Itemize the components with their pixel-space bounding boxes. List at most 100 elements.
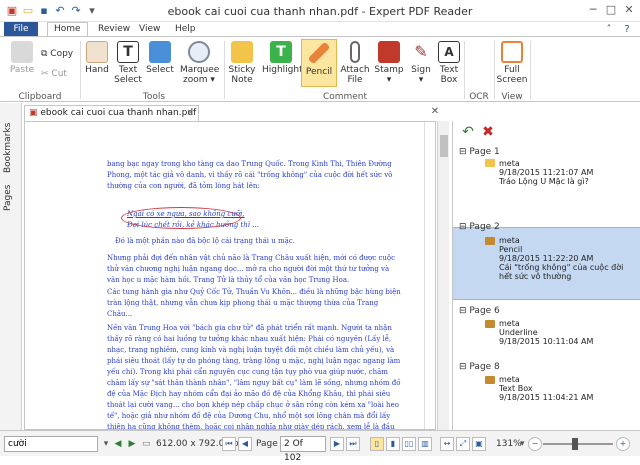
fit-page-icon[interactable]: ⤢ <box>456 437 470 451</box>
next-page-icon[interactable]: ▶ <box>330 437 344 451</box>
reply-icon[interactable]: ↶ <box>459 123 477 141</box>
find-next-icon[interactable]: ▶ <box>126 437 138 451</box>
zoom-out-icon[interactable]: − <box>528 437 542 451</box>
pencil-icon <box>485 237 495 245</box>
maximize-icon[interactable]: □ <box>602 2 620 18</box>
page-number-input[interactable]: 2 Of 102 <box>280 436 326 463</box>
pdf-icon: ▣ <box>29 108 38 118</box>
tab-file[interactable]: File <box>4 22 38 36</box>
continuous-page-icon[interactable]: ▮ <box>386 437 400 451</box>
actual-size-icon[interactable]: ▣ <box>472 437 486 451</box>
full-screen-icon <box>501 41 523 63</box>
group-divider <box>80 41 81 99</box>
page-size-icon: ▭ <box>142 439 151 449</box>
title-bar: ▣ ▭ ▪ ↶ ↷ ▾ ebook cai cuoi cua thanh nha… <box>0 0 640 22</box>
document-tab[interactable]: ▣ ebook cai cuoi cua thanh nhan.pdf × <box>24 105 199 121</box>
comment-page-header[interactable]: ⊟ Page 8 <box>459 362 500 372</box>
search-options-icon[interactable]: ▾ <box>100 437 112 451</box>
stamp-button[interactable]: Stamp ▾ <box>374 41 404 85</box>
comment-page-header[interactable]: ⊟ Page 1 <box>459 147 500 157</box>
paste-button[interactable]: Paste <box>8 41 36 75</box>
zoom-in-icon[interactable]: + <box>616 437 630 451</box>
status-bar: ▾ ◀ ▶ ▭ 612.00 x 792.00 pt ⏮ ◀ Page 2 Of… <box>0 430 640 463</box>
vertical-scrollbar[interactable] <box>437 121 449 430</box>
attach-file-button[interactable]: Attach File <box>340 41 370 85</box>
tab-bookmarks[interactable]: Bookmarks <box>3 123 19 173</box>
first-page-icon[interactable]: ⏮ <box>222 437 236 451</box>
cut-button[interactable]: ✂ Cut <box>41 69 67 80</box>
tab-review[interactable]: Review <box>98 23 130 36</box>
fit-width-icon[interactable]: ↔ <box>440 437 454 451</box>
tools-group-label: Tools <box>142 92 166 102</box>
sticky-note-button[interactable]: Sticky Note <box>228 41 256 85</box>
tab-pages[interactable]: Pages <box>3 183 19 213</box>
continuous-facing-icon[interactable]: ▥ <box>418 437 432 451</box>
zoom-slider-knob[interactable] <box>572 438 578 450</box>
close-tab-icon[interactable]: × <box>186 106 194 121</box>
view-group-label: View <box>501 92 523 102</box>
find-previous-icon[interactable]: ◀ <box>112 437 124 451</box>
document-view[interactable]: bang bạc ngay trong kho tàng ca dao Trun… <box>24 121 436 430</box>
comment-entry[interactable]: meta Text Box 9/18/2015 11:04:21 AM <box>499 375 593 402</box>
last-page-icon[interactable]: ⏭ <box>346 437 360 451</box>
tab-home[interactable]: Home <box>47 22 88 37</box>
previous-page-icon[interactable]: ◀ <box>238 437 252 451</box>
group-divider <box>224 41 225 99</box>
paragraph: Nhưng phải đợi đến nhân vật chủ não là T… <box>107 254 396 284</box>
paste-icon <box>11 41 33 63</box>
comments-panel: ↶ ✖ ⊟ Page 1 meta 9/18/2015 11:21:07 AM … <box>452 121 640 430</box>
hand-button[interactable]: Hand <box>84 41 110 75</box>
comment-entry[interactable]: meta Pencil 9/18/2015 11:22:20 AM Cái "t… <box>499 236 623 281</box>
sign-button[interactable]: ✎ Sign ▾ <box>408 41 434 85</box>
sticky-note-icon <box>485 159 495 167</box>
comment-entry[interactable]: meta Underline 9/18/2015 10:11:04 AM <box>499 319 593 346</box>
group-divider <box>530 41 531 99</box>
minimize-icon[interactable]: ─ <box>584 2 602 18</box>
tab-view[interactable]: View <box>139 23 160 36</box>
ribbon: Paste ⧉ Copy ✂ Cut Clipboard Hand T Text… <box>0 36 640 102</box>
ribbon-tabs <box>0 22 640 36</box>
stamp-icon <box>378 41 400 63</box>
select-icon <box>149 41 171 63</box>
facing-pages-icon[interactable]: ▯▯ <box>402 437 416 451</box>
search-input[interactable] <box>4 436 98 452</box>
text-box-icon: A <box>438 41 460 63</box>
full-screen-button[interactable]: Full Screen <box>496 41 528 85</box>
select-button[interactable]: Select <box>146 41 174 75</box>
scrollbar-thumb[interactable] <box>440 135 448 157</box>
delete-icon[interactable]: ✖ <box>479 123 497 141</box>
sign-icon: ✎ <box>414 42 428 61</box>
magnifier-icon <box>188 41 210 63</box>
pdf-page: bang bạc ngay trong kho tàng ca dao Trun… <box>33 122 425 430</box>
zoom-slider[interactable] <box>543 443 613 445</box>
text-box-button[interactable]: A Text Box <box>436 41 462 85</box>
paragraph: Nền văn Trung Hoa với "bách gia chư tử" … <box>107 324 401 430</box>
copy-button[interactable]: ⧉ Copy <box>41 49 73 60</box>
pencil-icon <box>307 41 331 65</box>
clipboard-group-label: Clipboard <box>18 92 62 102</box>
zoom-dropdown-icon[interactable]: ▾ <box>520 439 525 449</box>
comment-entry[interactable]: meta 9/18/2015 11:21:07 AM Tráo Lộng U M… <box>499 159 593 186</box>
close-document-icon[interactable]: ✕ <box>426 104 444 120</box>
text-select-icon: T <box>117 41 139 63</box>
marquee-zoom-button[interactable]: Marquee zoom ▾ <box>180 41 219 85</box>
comment-page-header[interactable]: ⊟ Page 6 <box>459 306 500 316</box>
highlight-button[interactable]: T Highlight <box>262 41 303 75</box>
pencil-annotation[interactable] <box>121 207 241 229</box>
window-title: ebook cai cuoi cua thanh nhan.pdf - Expe… <box>167 5 473 18</box>
text-select-button[interactable]: T Text Select <box>114 41 142 85</box>
page-label: Page <box>256 439 278 449</box>
comment-group-label: Comment <box>322 92 368 102</box>
paperclip-icon <box>350 41 360 63</box>
text-box-icon <box>485 376 495 384</box>
group-divider <box>464 41 465 99</box>
paragraph: Các tung hành gia như Quỷ Cốc Tử, Thuần … <box>107 288 401 318</box>
hand-icon <box>86 41 108 63</box>
sticky-note-icon <box>231 41 253 63</box>
close-icon[interactable]: ✕ <box>620 2 638 18</box>
pencil-button[interactable]: Pencil <box>302 41 336 77</box>
tab-help[interactable]: Help <box>175 23 196 36</box>
paragraph: bang bạc ngay trong kho tàng ca dao Trun… <box>107 160 393 190</box>
single-page-icon[interactable]: ▯ <box>370 437 384 451</box>
comment-page-header[interactable]: ⊟ Page 2 <box>459 222 500 232</box>
